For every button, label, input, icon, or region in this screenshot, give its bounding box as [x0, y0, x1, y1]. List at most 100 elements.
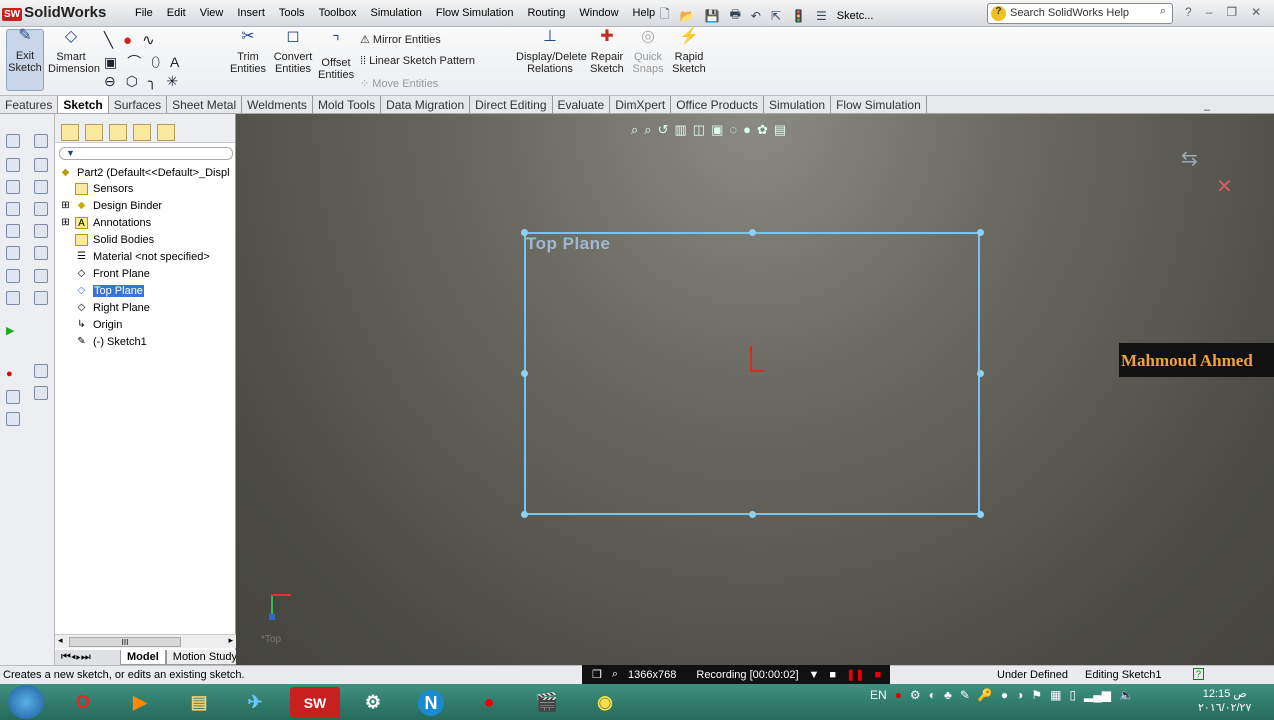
- line-icon[interactable]: ╲: [104, 32, 123, 49]
- tool-icon[interactable]: [34, 269, 48, 283]
- ellipse-icon[interactable]: ⬯: [151, 54, 170, 70]
- clock[interactable]: 12:15 ص ٢٠١٦/٠٢/٢٧: [1198, 687, 1251, 715]
- tree-horizontal-scrollbar[interactable]: ◂ III ▸: [55, 634, 236, 648]
- menu-help[interactable]: Help: [626, 7, 663, 19]
- tool-icon[interactable]: [6, 390, 20, 404]
- tree-item-design-binder[interactable]: ⊞ ◆ Design Binder: [61, 198, 162, 214]
- tree-item-front-plane[interactable]: ◇ Front Plane: [75, 266, 150, 282]
- tree-item-right-plane[interactable]: ◇ Right Plane: [75, 300, 150, 316]
- sketch-tools-row3[interactable]: ⊖⬡╮✳: [104, 73, 188, 90]
- tool-icon[interactable]: [6, 224, 20, 238]
- tool-icon[interactable]: [6, 180, 20, 194]
- tool-icon[interactable]: [34, 224, 48, 238]
- media-player-icon[interactable]: ▶: [115, 687, 165, 718]
- tab-data-migration[interactable]: Data Migration: [381, 96, 471, 113]
- tray-icon[interactable]: ✎: [960, 688, 970, 702]
- tree-item-material[interactable]: ☰ Material <not specified>: [75, 249, 210, 265]
- text-icon[interactable]: A: [170, 54, 189, 70]
- tray-icon[interactable]: ⚙: [910, 688, 921, 702]
- tree-item-solid-bodies[interactable]: Solid Bodies: [75, 232, 154, 248]
- tray-icon[interactable]: 🔑: [978, 688, 993, 702]
- display-delete-relations-button[interactable]: ⊥ Display/Delete Relations: [516, 29, 587, 76]
- start-button[interactable]: [8, 685, 44, 719]
- tab-simulation[interactable]: Simulation: [764, 96, 832, 113]
- tab-sketch[interactable]: Sketch: [58, 96, 109, 113]
- tool-icon[interactable]: [6, 134, 20, 148]
- opera-icon[interactable]: O: [58, 687, 108, 718]
- config-tab-icon[interactable]: [109, 124, 127, 141]
- camera-icon[interactable]: ■: [829, 669, 836, 681]
- offset-entities-button[interactable]: ⌝ Offset Entities: [318, 35, 354, 82]
- graphics-viewport[interactable]: ⌕ ⌕ ↺ ▥ ◫ ▣ ◌ ● ✿ ▤ – ⇆ ✕ Top Plane Mahmoud Ahmed…: [236, 104, 1274, 665]
- tab-flow-simulation[interactable]: Flow Simulation: [831, 96, 927, 113]
- point-icon[interactable]: ✳: [166, 73, 188, 89]
- property-tab-icon[interactable]: [85, 124, 103, 141]
- menu-view[interactable]: View: [193, 7, 231, 19]
- previous-view-icon[interactable]: ↺: [658, 122, 669, 138]
- tray-icon[interactable]: ●: [895, 688, 902, 702]
- tab-surfaces[interactable]: Surfaces: [109, 96, 168, 113]
- expand-icon[interactable]: ⊞: [61, 200, 70, 212]
- tree-item-sensors[interactable]: Sensors: [75, 181, 133, 197]
- tool-icon[interactable]: [6, 246, 20, 260]
- tray-icon[interactable]: ◑: [1016, 688, 1023, 702]
- scroll-right-icon[interactable]: ▸: [228, 635, 233, 646]
- minimize-button[interactable]: –: [1206, 5, 1213, 19]
- zoom-area-icon[interactable]: ⌕: [644, 122, 651, 138]
- zoom-icon[interactable]: ⌕: [612, 668, 618, 681]
- tool-icon[interactable]: [34, 202, 48, 216]
- repair-sketch-button[interactable]: ✚ Repair Sketch: [590, 29, 624, 76]
- tool-icon[interactable]: [34, 246, 48, 260]
- rebuild-icon[interactable]: 🚦: [791, 9, 806, 23]
- move-entities-button[interactable]: ⁘ Move Entities: [360, 77, 438, 90]
- recorder-icon[interactable]: ●: [464, 687, 514, 718]
- tool-icon[interactable]: [6, 291, 20, 305]
- undo-icon[interactable]: ↶: [751, 9, 761, 23]
- tool-icon[interactable]: [34, 180, 48, 194]
- sketch-tools-row2[interactable]: ▣⌒⬯A: [104, 52, 189, 72]
- tray-icon[interactable]: ◐: [929, 688, 936, 702]
- tool-icon[interactable]: [6, 202, 20, 216]
- menu-tools[interactable]: Tools: [272, 7, 312, 19]
- new-icon[interactable]: 🗋: [660, 5, 670, 26]
- tool-icon[interactable]: [34, 134, 48, 148]
- zoom-fit-icon[interactable]: ⌕: [631, 122, 638, 138]
- tool-icon[interactable]: [6, 412, 20, 426]
- slot-icon[interactable]: ⊖: [104, 73, 126, 89]
- exit-sketch-button[interactable]: ✎ Exit Sketch: [6, 28, 44, 91]
- tree-item-annotations[interactable]: ⊞ A Annotations: [61, 215, 151, 231]
- smart-dimension-button[interactable]: ◇ Smart Dimension: [48, 29, 100, 76]
- print-icon[interactable]: 🖶: [730, 5, 741, 26]
- play-icon[interactable]: ▶: [6, 324, 14, 337]
- cancel-sketch-icon[interactable]: ✕: [1216, 174, 1233, 199]
- app-icon[interactable]: ⚙: [348, 687, 398, 718]
- battery-icon[interactable]: ▯: [1069, 688, 1076, 702]
- help-button[interactable]: ?: [1185, 5, 1192, 19]
- window-icon[interactable]: ❐: [592, 668, 602, 681]
- solidworks-taskbar-icon[interactable]: SW: [290, 687, 340, 718]
- tree-item-sketch1[interactable]: ✎ (-) Sketch1: [75, 334, 147, 350]
- restore-button[interactable]: ❐: [1226, 5, 1237, 19]
- quick-tips-icon[interactable]: ?: [1193, 668, 1205, 680]
- plane-handle[interactable]: [521, 370, 528, 377]
- tool-icon[interactable]: [34, 158, 48, 172]
- scene-icon[interactable]: ✿: [757, 122, 768, 138]
- plane-handle[interactable]: [749, 511, 756, 518]
- tool-icon[interactable]: [34, 386, 48, 400]
- tray-icon[interactable]: ▦: [1050, 688, 1061, 702]
- hide-show-icon[interactable]: ◌: [729, 122, 737, 138]
- menu-flow-simulation[interactable]: Flow Simulation: [429, 7, 521, 19]
- tool-icon[interactable]: [34, 364, 48, 378]
- tray-icon[interactable]: ♣: [944, 688, 952, 702]
- tool-icon[interactable]: [34, 291, 48, 305]
- search-input[interactable]: ? Search SolidWorks Help ⌕: [987, 3, 1173, 24]
- tab-dimxpert[interactable]: DimXpert: [610, 96, 672, 113]
- menu-edit[interactable]: Edit: [160, 7, 193, 19]
- app-icon[interactable]: ✈: [230, 687, 280, 718]
- tab-sheet-metal[interactable]: Sheet Metal: [167, 96, 243, 113]
- display-tab-icon[interactable]: [157, 124, 175, 141]
- volume-icon[interactable]: 🔈: [1119, 688, 1134, 702]
- sketch-tools-row1[interactable]: ╲●∿: [104, 31, 165, 49]
- signal-icon[interactable]: ▂▄▆: [1084, 688, 1111, 702]
- view-settings-icon[interactable]: ▤: [774, 122, 786, 138]
